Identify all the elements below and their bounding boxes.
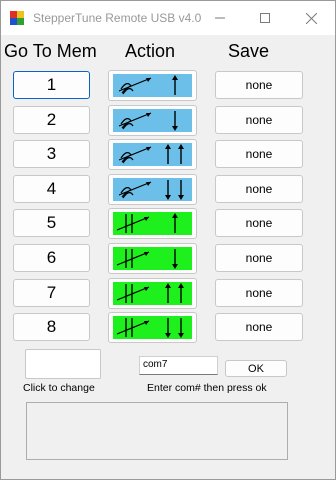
- goto-mem-5-button[interactable]: 5: [13, 209, 90, 237]
- click-to-change-label: Click to change: [23, 382, 95, 394]
- action-3-button[interactable]: [108, 139, 197, 170]
- blue-stepper-up-icon: [113, 74, 192, 97]
- app-window: StepperTune Remote USB v4.0 Go To Mem Ac…: [0, 0, 336, 480]
- close-button[interactable]: [288, 1, 334, 35]
- goto-mem-8-button[interactable]: 8: [13, 313, 90, 341]
- com-instruction-label: Enter com# then press ok: [147, 382, 267, 394]
- output-box: [26, 402, 288, 460]
- title-bar[interactable]: StepperTune Remote USB v4.0: [1, 1, 335, 35]
- save-mem-1-button[interactable]: none: [215, 71, 303, 99]
- blue-stepper-down-icon: [113, 109, 192, 132]
- goto-mem-7-button[interactable]: 7: [13, 279, 90, 307]
- save-mem-7-button[interactable]: none: [215, 279, 303, 307]
- goto-header: Go To Mem: [4, 41, 97, 61]
- click-to-change-box[interactable]: [25, 349, 101, 379]
- minimize-icon: [215, 17, 225, 19]
- save-mem-8-button[interactable]: none: [215, 313, 303, 341]
- green-stepper-down-icon: [113, 247, 192, 270]
- save-mem-4-button[interactable]: none: [215, 175, 303, 203]
- app-icon: [10, 11, 24, 25]
- goto-mem-1-button[interactable]: 1: [13, 71, 90, 99]
- save-mem-6-button[interactable]: none: [215, 244, 303, 272]
- action-header: Action: [125, 41, 176, 61]
- action-6-button[interactable]: [108, 243, 197, 274]
- close-icon: [305, 12, 317, 24]
- goto-mem-4-button[interactable]: 4: [13, 175, 90, 203]
- save-header: Save: [228, 41, 270, 61]
- goto-mem-3-button[interactable]: 3: [13, 140, 90, 168]
- maximize-button[interactable]: [242, 1, 288, 35]
- blue-stepper-down-down-icon: [113, 178, 192, 201]
- maximize-icon: [260, 13, 270, 23]
- save-mem-2-button[interactable]: none: [215, 106, 303, 134]
- goto-mem-2-button[interactable]: 2: [13, 106, 90, 134]
- action-7-button[interactable]: [108, 278, 197, 309]
- green-stepper-down-down-icon: [113, 316, 192, 339]
- action-2-button[interactable]: [108, 105, 197, 136]
- green-stepper-up-up-icon: [113, 282, 192, 305]
- goto-mem-6-button[interactable]: 6: [13, 244, 90, 272]
- save-mem-3-button[interactable]: none: [215, 140, 303, 168]
- action-4-button[interactable]: [108, 174, 197, 205]
- action-5-button[interactable]: [108, 208, 197, 239]
- window-title: StepperTune Remote USB v4.0: [33, 11, 202, 25]
- action-8-button[interactable]: [108, 312, 197, 343]
- minimize-button[interactable]: [197, 1, 243, 35]
- green-stepper-up-icon: [113, 212, 192, 235]
- save-mem-5-button[interactable]: none: [215, 209, 303, 237]
- action-1-button[interactable]: [108, 70, 197, 101]
- ok-button[interactable]: OK: [225, 360, 287, 377]
- blue-stepper-up-up-icon: [113, 143, 192, 166]
- com-port-input[interactable]: com7: [139, 356, 218, 375]
